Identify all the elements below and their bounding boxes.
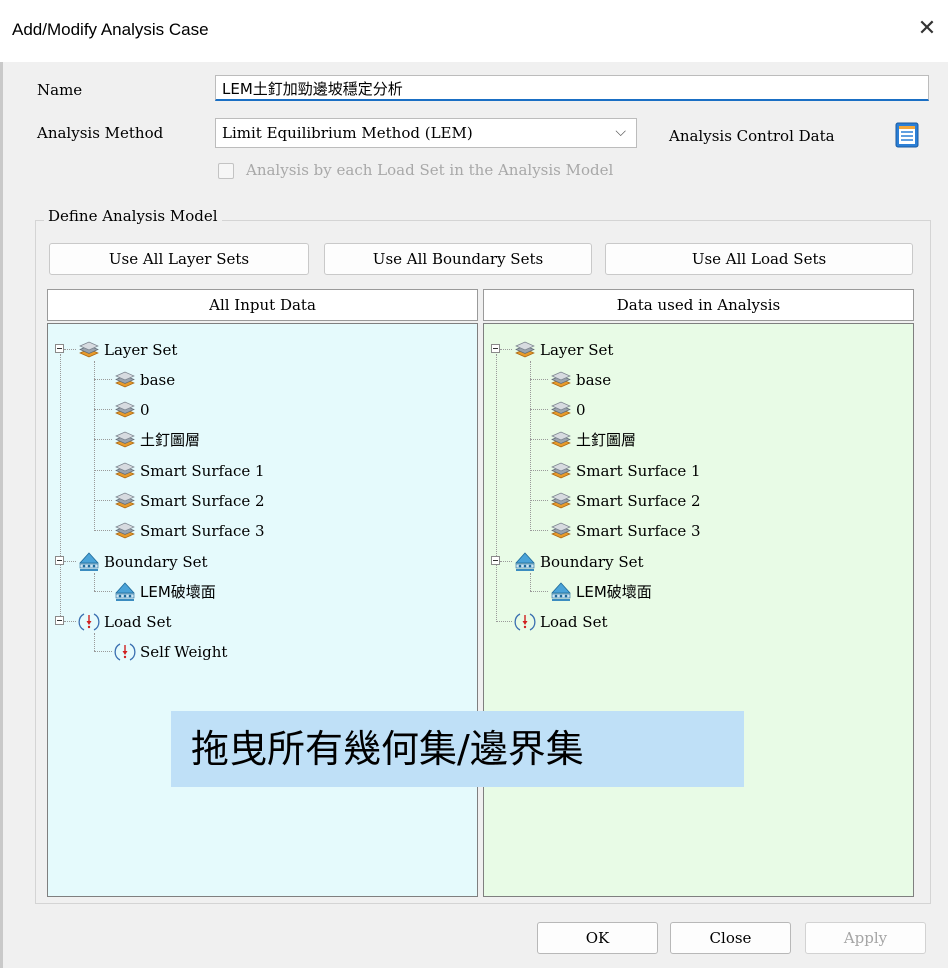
- tree-label: LEM破壞面: [140, 583, 216, 601]
- tree-item-layer[interactable]: Smart Surface 2: [114, 489, 265, 511]
- tree-item-layer[interactable]: Smart Surface 1: [550, 459, 701, 481]
- use-all-load-sets-button[interactable]: Use All Load Sets: [605, 243, 913, 275]
- use-all-layer-sets-button[interactable]: Use All Layer Sets: [49, 243, 309, 275]
- load-set-checkbox[interactable]: [218, 163, 234, 179]
- name-input[interactable]: LEM土釘加勁邊坡穩定分析: [215, 75, 929, 101]
- tree-item-layer[interactable]: Smart Surface 3: [114, 519, 265, 541]
- annotation-banner: 拖曳所有幾何集/邊界集: [171, 711, 744, 787]
- tree-item-layer[interactable]: Smart Surface 3: [550, 519, 701, 541]
- group-title: Define Analysis Model: [44, 207, 222, 225]
- boundary-support-icon: [514, 551, 536, 573]
- layer-stack-icon: [550, 429, 572, 451]
- use-all-boundary-sets-button[interactable]: Use All Boundary Sets: [324, 243, 592, 275]
- window-left-edge: [0, 62, 3, 968]
- layer-stack-icon: [114, 369, 136, 391]
- tree-label: Smart Surface 3: [140, 522, 265, 540]
- collapse-icon[interactable]: [55, 556, 64, 565]
- window-title: Add/Modify Analysis Case: [12, 20, 209, 39]
- name-label: Name: [37, 81, 83, 99]
- analysis-method-value: Limit Equilibrium Method (LEM): [222, 124, 473, 142]
- tree-label: Layer Set: [104, 341, 178, 359]
- load-set-checkbox-label: Analysis by each Load Set in the Analysi…: [246, 161, 614, 179]
- tree-label: LEM破壞面: [576, 583, 652, 601]
- layer-stack-icon: [78, 339, 100, 361]
- tree-label: Load Set: [104, 613, 172, 631]
- tree-item-boundary[interactable]: LEM破壞面: [114, 580, 216, 602]
- data-used-header[interactable]: Data used in Analysis: [483, 289, 914, 321]
- tree-item-layer[interactable]: base: [114, 368, 175, 390]
- tree-label: 0: [140, 401, 150, 419]
- ok-button[interactable]: OK: [537, 922, 658, 954]
- apply-button[interactable]: Apply: [805, 922, 926, 954]
- tree-item-layer-set[interactable]: Layer Set: [514, 338, 613, 360]
- tree-item-layer[interactable]: Smart Surface 2: [550, 489, 701, 511]
- tree-item-load-set[interactable]: Load Set: [78, 610, 172, 632]
- layer-stack-icon: [550, 490, 572, 512]
- data-sheet-icon: [895, 122, 919, 148]
- close-button[interactable]: Close: [670, 922, 791, 954]
- tree-label: Smart Surface 2: [140, 492, 265, 510]
- layer-stack-icon: [114, 399, 136, 421]
- layer-stack-icon: [550, 460, 572, 482]
- tree-label: 0: [576, 401, 586, 419]
- tree-item-layer[interactable]: 0: [550, 398, 586, 420]
- tree-label: Layer Set: [540, 341, 614, 359]
- analysis-control-label: Analysis Control Data: [669, 127, 835, 145]
- boundary-support-icon: [550, 581, 572, 603]
- layer-stack-icon: [114, 429, 136, 451]
- tree-item-layer-set[interactable]: Layer Set: [78, 338, 177, 360]
- collapse-icon[interactable]: [55, 616, 64, 625]
- all-input-data-header[interactable]: All Input Data: [47, 289, 478, 321]
- load-arrow-icon: [78, 611, 100, 633]
- collapse-icon[interactable]: [491, 556, 500, 565]
- layer-stack-icon: [114, 520, 136, 542]
- boundary-support-icon: [114, 581, 136, 603]
- layer-stack-icon: [550, 369, 572, 391]
- tree-item-layer[interactable]: 土釘圖層: [550, 428, 636, 450]
- tree-label: Smart Surface 1: [140, 462, 265, 480]
- tree-item-layer[interactable]: Smart Surface 1: [114, 459, 265, 481]
- tree-label: base: [140, 371, 176, 389]
- tree-label: 土釘圖層: [576, 431, 637, 449]
- analysis-method-select[interactable]: Limit Equilibrium Method (LEM) ⌵: [215, 118, 637, 148]
- close-icon[interactable]: ✕: [912, 14, 942, 44]
- tree-label: Smart Surface 3: [576, 522, 701, 540]
- tree-item-boundary-set[interactable]: Boundary Set: [78, 550, 208, 572]
- tree-item-layer[interactable]: 0: [114, 398, 150, 420]
- layer-stack-icon: [114, 460, 136, 482]
- tree-item-layer[interactable]: 土釘圖層: [114, 428, 200, 450]
- tree-label: Load Set: [540, 613, 608, 631]
- tree-label: Boundary Set: [104, 553, 208, 571]
- tree-label: 土釘圖層: [140, 431, 201, 449]
- collapse-icon[interactable]: [491, 344, 500, 353]
- tree-label: Self Weight: [140, 643, 228, 661]
- layer-stack-icon: [550, 520, 572, 542]
- tree-item-load[interactable]: Self Weight: [114, 640, 227, 662]
- layer-stack-icon: [514, 339, 536, 361]
- collapse-icon[interactable]: [55, 344, 64, 353]
- load-arrow-icon: [514, 611, 536, 633]
- tree-label: Boundary Set: [540, 553, 644, 571]
- tree-label: base: [576, 371, 612, 389]
- tree-item-layer[interactable]: base: [550, 368, 611, 390]
- analysis-control-button[interactable]: [893, 121, 921, 149]
- layer-stack-icon: [114, 490, 136, 512]
- tree-label: Smart Surface 2: [576, 492, 701, 510]
- load-arrow-icon: [114, 641, 136, 663]
- tree-item-boundary[interactable]: LEM破壞面: [550, 580, 652, 602]
- data-used-tree[interactable]: Layer Set base 0 土釘圖層 Smart Surface 1 Sm…: [483, 323, 914, 897]
- all-input-tree[interactable]: Layer Set base 0 土釘圖層 Smart Surface 1 Sm…: [47, 323, 478, 897]
- layer-stack-icon: [550, 399, 572, 421]
- tree-label: Smart Surface 1: [576, 462, 701, 480]
- chevron-down-icon: ⌵: [615, 124, 626, 140]
- analysis-method-label: Analysis Method: [37, 124, 164, 142]
- tree-item-load-set[interactable]: Load Set: [514, 610, 608, 632]
- tree-item-boundary-set[interactable]: Boundary Set: [514, 550, 644, 572]
- boundary-support-icon: [78, 551, 100, 573]
